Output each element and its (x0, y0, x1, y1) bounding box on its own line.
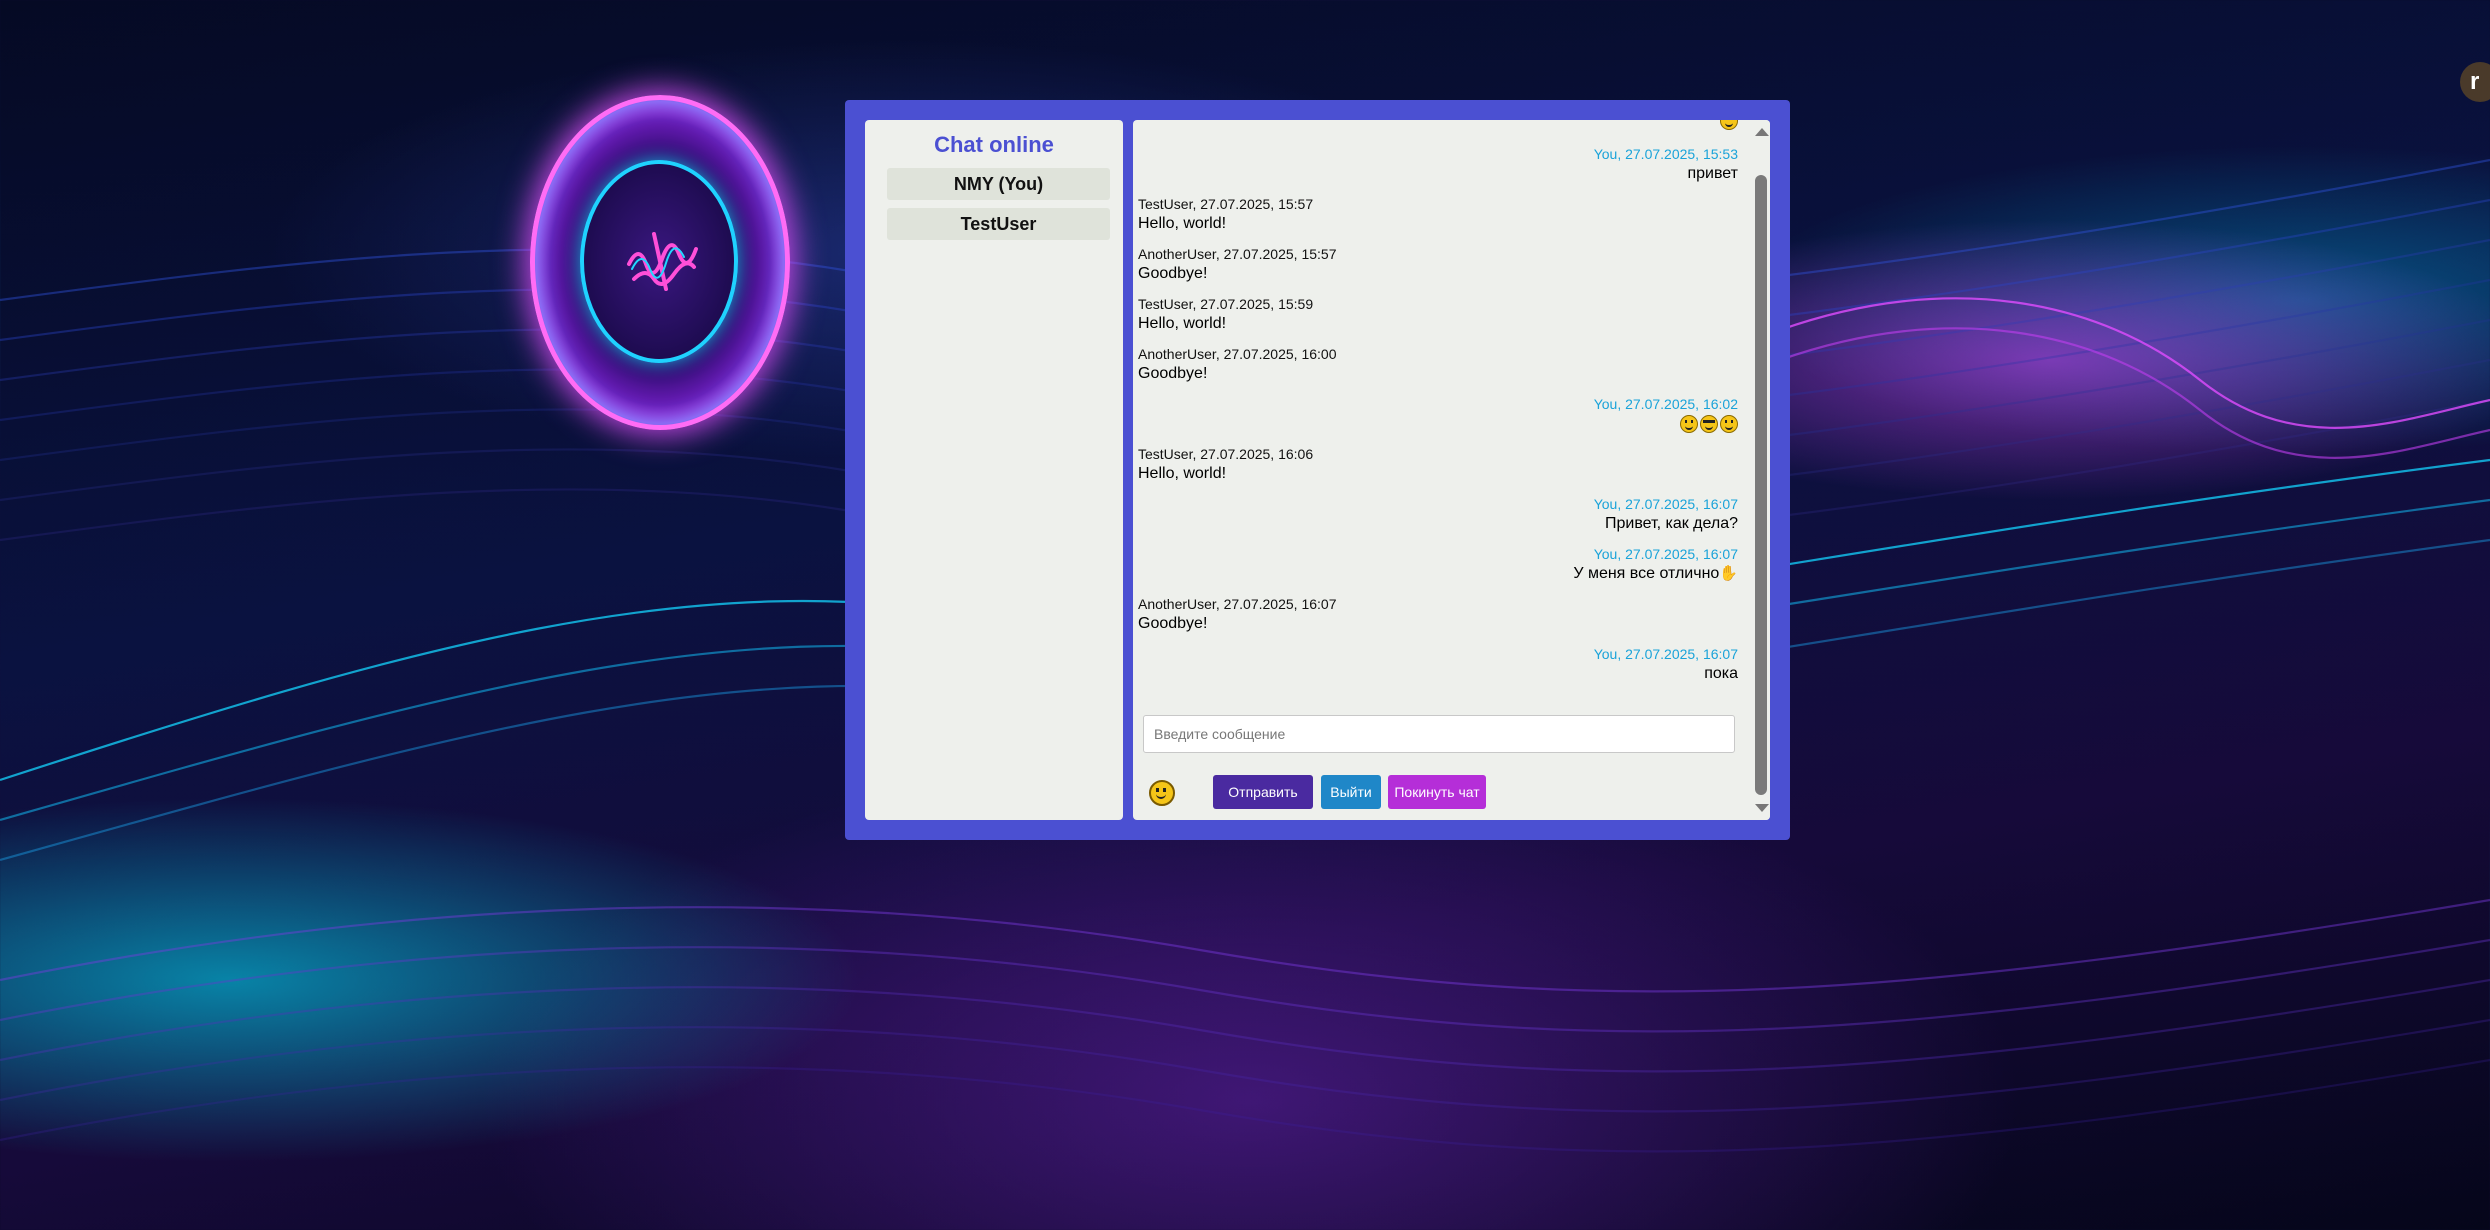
panel-title: Chat online (934, 132, 1054, 157)
message: You, 27.07.2025, 16:02 (1138, 395, 1738, 435)
online-users-panel: Chat online NMY (You) TestUser (865, 120, 1123, 820)
message: AnotherUser, 27.07.2025, 15:57 Goodbye! (1138, 245, 1738, 285)
message-text: Привет, как дела? (1605, 515, 1738, 532)
leave-chat-button[interactable]: Покинуть чат (1388, 775, 1486, 809)
logo-inner-ring (580, 160, 738, 363)
site-logo (530, 95, 790, 430)
message: TestUser, 27.07.2025, 15:57 Hello, world… (1138, 195, 1738, 235)
message: TestUser, 27.07.2025, 16:06 Hello, world… (1138, 445, 1738, 485)
message-text: Goodbye! (1138, 615, 1208, 632)
grinning-face-icon (1720, 414, 1738, 433)
signature-icon (627, 232, 698, 291)
scroll-down-arrow-icon[interactable] (1755, 804, 1769, 812)
message-text: Hello, world! (1138, 315, 1227, 332)
smiling-face-with-sunglasses-icon (1700, 414, 1718, 433)
message-text: Hello, world! (1138, 465, 1227, 482)
message: AnotherUser, 27.07.2025, 16:00 Goodbye! (1138, 345, 1738, 385)
message-meta: You, 27.07.2025, 16:07 (1593, 646, 1738, 662)
chat-window: Chat online NMY (You) TestUser You, 27.0… (845, 100, 1790, 840)
message-meta: AnotherUser, 27.07.2025, 16:00 (1138, 346, 1337, 362)
message-meta: You, 27.07.2025, 16:07 (1593, 546, 1738, 562)
message-text: привет (1687, 165, 1738, 182)
message-text: У меня все отлично (1573, 565, 1720, 583)
messages-panel: You, 27.07.2025, 15:53 привет TestUser, … (1133, 120, 1770, 820)
messages-scrollbar[interactable] (1750, 120, 1770, 820)
message-meta: TestUser, 27.07.2025, 15:59 (1138, 296, 1314, 312)
scroll-up-arrow-icon[interactable] (1755, 128, 1769, 136)
message-list: You, 27.07.2025, 15:53 привет TestUser, … (1133, 120, 1743, 700)
message-text: Goodbye! (1138, 265, 1208, 282)
message: AnotherUser, 27.07.2025, 16:07 Goodbye! (1138, 595, 1738, 635)
user-item-self[interactable]: NMY (You) (887, 168, 1110, 200)
message-text: пока (1704, 665, 1738, 682)
message-meta: TestUser, 27.07.2025, 15:57 (1138, 196, 1314, 212)
message-text-line: У меня все отлично✋ (1138, 563, 1738, 585)
message-meta: AnotherUser, 27.07.2025, 16:07 (1138, 596, 1337, 612)
send-button[interactable]: Отправить (1213, 775, 1313, 809)
thumbs-up-icon: ✋ (1719, 565, 1738, 582)
message-emojis (1138, 413, 1738, 435)
grinning-face-icon (1680, 414, 1698, 433)
message: You, 27.07.2025, 16:07 Привет, как дела? (1138, 495, 1738, 535)
message: You, 27.07.2025, 16:07 У меня все отличн… (1138, 545, 1738, 585)
smile-icon[interactable] (1149, 780, 1175, 806)
message-meta: You, 27.07.2025, 16:07 (1593, 496, 1738, 512)
logout-button[interactable]: Выйти (1321, 775, 1381, 809)
message-meta: You, 27.07.2025, 16:02 (1593, 396, 1738, 412)
scroll-thumb[interactable] (1755, 175, 1767, 795)
message-meta: You, 27.07.2025, 15:53 (1593, 146, 1738, 162)
user-item-testuser[interactable]: TestUser (887, 208, 1110, 240)
message: You, 27.07.2025, 16:07 пока (1138, 645, 1738, 685)
message-text: Goodbye! (1138, 365, 1208, 382)
message-input[interactable] (1143, 715, 1735, 753)
message: You, 27.07.2025, 15:53 привет (1138, 145, 1738, 185)
message-text: Hello, world! (1138, 215, 1227, 232)
message: TestUser, 27.07.2025, 15:59 Hello, world… (1138, 295, 1738, 335)
smiling-face-with-sunglasses-icon (1720, 120, 1738, 130)
message-emoji-partial (1138, 120, 1738, 130)
message-meta: AnotherUser, 27.07.2025, 15:57 (1138, 246, 1337, 262)
message-meta: TestUser, 27.07.2025, 16:06 (1138, 446, 1314, 462)
